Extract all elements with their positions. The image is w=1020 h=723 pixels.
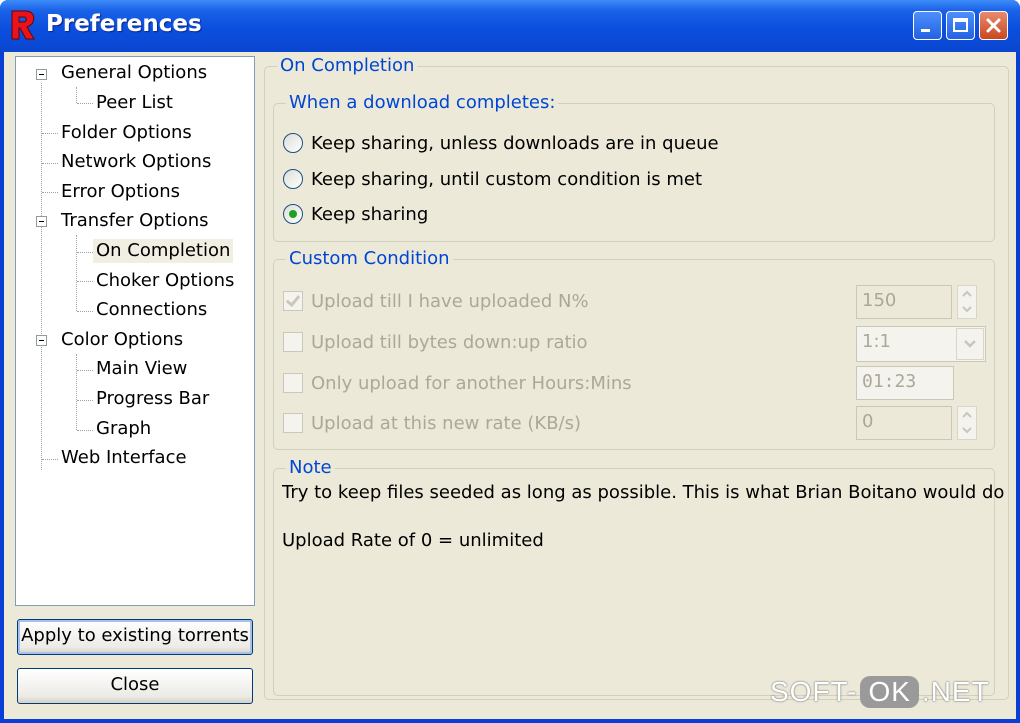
tree-connector — [77, 400, 93, 401]
tree-item-peer-list[interactable]: Peer List — [93, 91, 176, 115]
tree-connector — [41, 83, 42, 470]
tree-item-error-options[interactable]: Error Options — [58, 180, 183, 204]
collapse-icon[interactable] — [36, 69, 47, 80]
options-tree[interactable]: General Options Peer List Folder Options… — [15, 56, 255, 606]
tree-item-network-options[interactable]: Network Options — [58, 150, 214, 174]
tree-item-connections[interactable]: Connections — [93, 298, 210, 322]
tree-item-web-interface[interactable]: Web Interface — [58, 446, 190, 470]
window-title: Preferences — [46, 11, 202, 37]
dialog-client-area: General Options Peer List Folder Options… — [4, 52, 1016, 719]
minimize-button[interactable] — [913, 11, 942, 40]
apply-to-existing-torrents-button[interactable]: Apply to existing torrents — [17, 619, 253, 655]
radio-label: Keep sharing — [311, 204, 429, 225]
custom-condition-title: Custom Condition — [286, 247, 453, 271]
radio-button[interactable] — [283, 169, 303, 189]
radio-label: Keep sharing, unless downloads are in qu… — [311, 133, 719, 154]
title-bar[interactable]: Preferences — [0, 0, 1020, 52]
watermark-ok: OK — [860, 676, 919, 708]
checkbox-label: Upload till I have uploaded N% — [311, 291, 589, 312]
radio-label: Keep sharing, until custom condition is … — [311, 169, 703, 190]
tree-connector — [76, 235, 77, 311]
upload-percent-spinner[interactable] — [957, 285, 977, 319]
checkbox-checked[interactable] — [283, 291, 303, 311]
tree-item-choker-options[interactable]: Choker Options — [93, 269, 237, 293]
note-line-2: Upload Rate of 0 = unlimited — [282, 530, 544, 551]
tree-item-color-options[interactable]: Color Options — [58, 328, 186, 352]
watermark-right: .NET — [921, 676, 990, 707]
tree-connector — [77, 430, 93, 431]
checkbox-label: Upload at this new rate (KB/s) — [311, 413, 582, 434]
ratio-dropdown-button[interactable] — [956, 328, 984, 360]
app-logo-icon — [11, 10, 35, 40]
tree-connector — [77, 103, 93, 104]
tree-connector — [76, 87, 77, 103]
spin-down-icon — [962, 427, 972, 434]
checkbox-label: Only upload for another Hours:Mins — [311, 373, 632, 394]
tree-connector — [42, 192, 58, 193]
spin-down-icon — [962, 306, 972, 313]
tree-connector — [77, 252, 93, 253]
new-rate-input[interactable]: 0 — [856, 406, 952, 440]
close-window-button[interactable] — [979, 11, 1008, 40]
tree-connector — [76, 354, 77, 430]
new-rate-spinner[interactable] — [957, 406, 977, 440]
checkbox[interactable] — [283, 373, 303, 393]
tree-item-on-completion[interactable]: On Completion — [93, 239, 234, 263]
tree-item-main-view[interactable]: Main View — [93, 357, 190, 381]
tree-connector — [77, 370, 93, 371]
panel-title: On Completion — [277, 54, 418, 78]
tree-connector — [42, 459, 58, 460]
preferences-window: Preferences General Options Peer List Fo… — [0, 0, 1020, 723]
chevron-down-icon — [964, 340, 976, 348]
completes-group-title: When a download completes: — [286, 91, 559, 115]
close-icon — [986, 18, 1001, 33]
tree-item-graph[interactable]: Graph — [93, 417, 154, 441]
checkbox-label: Upload till bytes down:up ratio — [311, 332, 588, 353]
upload-percent-input[interactable]: 150 — [856, 285, 952, 319]
tree-item-general-options[interactable]: General Options — [58, 61, 210, 85]
close-button[interactable]: Close — [17, 668, 253, 704]
collapse-icon[interactable] — [36, 216, 47, 227]
spin-up-icon — [962, 411, 972, 418]
tree-connector — [42, 133, 58, 134]
checkbox[interactable] — [283, 332, 303, 352]
tree-item-transfer-options[interactable]: Transfer Options — [58, 209, 212, 233]
tree-connector — [77, 311, 93, 312]
note-title: Note — [286, 456, 335, 480]
minimize-icon — [921, 29, 930, 32]
maximize-icon — [953, 18, 968, 32]
note-line-1: Try to keep files seeded as long as poss… — [282, 482, 1005, 503]
maximize-button[interactable] — [946, 11, 975, 40]
watermark: SOFT- OK .NET — [770, 676, 990, 708]
tree-connector — [77, 281, 93, 282]
tree-item-progress-bar[interactable]: Progress Bar — [93, 387, 212, 411]
tree-item-folder-options[interactable]: Folder Options — [58, 121, 195, 145]
radio-button-selected[interactable] — [283, 204, 303, 224]
watermark-left: SOFT- — [770, 676, 858, 707]
radio-button[interactable] — [283, 133, 303, 153]
spin-up-icon — [962, 290, 972, 297]
checkbox[interactable] — [283, 413, 303, 433]
collapse-icon[interactable] — [36, 335, 47, 346]
tree-connector — [42, 163, 58, 164]
hours-mins-input[interactable]: 01:23 — [856, 366, 954, 400]
